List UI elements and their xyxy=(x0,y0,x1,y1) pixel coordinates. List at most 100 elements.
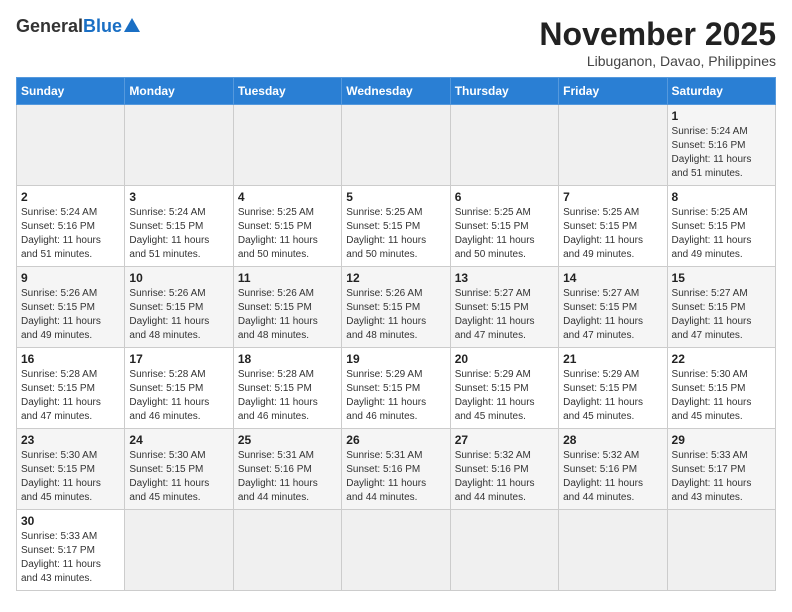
calendar-cell: 26Sunrise: 5:31 AM Sunset: 5:16 PM Dayli… xyxy=(342,429,450,510)
calendar-cell: 20Sunrise: 5:29 AM Sunset: 5:15 PM Dayli… xyxy=(450,348,558,429)
calendar-cell: 16 Sunrise: 5:28 AM Sunset: 5:15 PM Dayli… xyxy=(17,348,125,429)
logo-text: General Blue xyxy=(16,16,140,37)
day-info: Sunrise: 5:28 AM Sunset: 5:15 PM Dayligh… xyxy=(129,368,228,424)
calendar-week-row: 16 Sunrise: 5:28 AM Sunset: 5:15 PM Dayli… xyxy=(17,348,776,429)
day-info: Sunrise: 5:29 AM Sunset: 5:15 PM Dayligh… xyxy=(455,368,554,424)
day-info: Sunrise: 5:29 AM Sunset: 5:15 PM Dayligh… xyxy=(563,368,662,424)
day-number: 7 xyxy=(563,190,662,204)
calendar-cell: 5 Sunrise: 5:25 AM Sunset: 5:15 PM Daylig… xyxy=(342,186,450,267)
calendar-cell xyxy=(450,510,558,591)
day-number: 23 xyxy=(21,433,120,447)
day-number: 6 xyxy=(455,190,554,204)
day-info: Sunrise: 5:24 AM Sunset: 5:16 PM Dayligh… xyxy=(672,125,771,181)
weekday-header-monday: Monday xyxy=(125,78,233,105)
calendar-cell xyxy=(17,105,125,186)
calendar-cell: 1Sunrise: 5:24 AM Sunset: 5:16 PM Daylig… xyxy=(667,105,775,186)
calendar-cell xyxy=(233,510,341,591)
calendar-cell: 22 Sunrise: 5:30 AM Sunset: 5:15 PM Dayli… xyxy=(667,348,775,429)
location-subtitle: Libuganon, Davao, Philippines xyxy=(539,53,776,69)
calendar-cell: 7 Sunrise: 5:25 AM Sunset: 5:15 PM Daylig… xyxy=(559,186,667,267)
weekday-header-sunday: Sunday xyxy=(17,78,125,105)
day-info: Sunrise: 5:25 AM Sunset: 5:15 PM Dayligh… xyxy=(346,206,445,262)
day-number: 25 xyxy=(238,433,337,447)
day-info: Sunrise: 5:33 AM Sunset: 5:17 PM Dayligh… xyxy=(21,530,120,586)
day-info: Sunrise: 5:30 AM Sunset: 5:15 PM Dayligh… xyxy=(21,449,120,505)
weekday-header-tuesday: Tuesday xyxy=(233,78,341,105)
weekday-header-wednesday: Wednesday xyxy=(342,78,450,105)
day-number: 2 xyxy=(21,190,120,204)
logo-triangle-icon xyxy=(124,18,140,32)
weekday-header-saturday: Saturday xyxy=(667,78,775,105)
calendar-cell: 8 Sunrise: 5:25 AM Sunset: 5:15 PM Daylig… xyxy=(667,186,775,267)
day-info: Sunrise: 5:32 AM Sunset: 5:16 PM Dayligh… xyxy=(455,449,554,505)
day-number: 14 xyxy=(563,271,662,285)
calendar-cell xyxy=(233,105,341,186)
day-info: Sunrise: 5:24 AM Sunset: 5:16 PM Dayligh… xyxy=(21,206,120,262)
day-info: Sunrise: 5:31 AM Sunset: 5:16 PM Dayligh… xyxy=(346,449,445,505)
weekday-header-thursday: Thursday xyxy=(450,78,558,105)
calendar-cell: 4Sunrise: 5:25 AM Sunset: 5:15 PM Daylig… xyxy=(233,186,341,267)
day-number: 21 xyxy=(563,352,662,366)
calendar-cell: 12Sunrise: 5:26 AM Sunset: 5:15 PM Dayli… xyxy=(342,267,450,348)
calendar-cell: 19 Sunrise: 5:29 AM Sunset: 5:15 PM Dayli… xyxy=(342,348,450,429)
calendar-cell: 2 Sunrise: 5:24 AM Sunset: 5:16 PM Daylig… xyxy=(17,186,125,267)
calendar-cell: 9Sunrise: 5:26 AM Sunset: 5:15 PM Daylig… xyxy=(17,267,125,348)
calendar-cell xyxy=(559,105,667,186)
calendar-cell: 15 Sunrise: 5:27 AM Sunset: 5:15 PM Dayli… xyxy=(667,267,775,348)
day-number: 11 xyxy=(238,271,337,285)
day-info: Sunrise: 5:28 AM Sunset: 5:15 PM Dayligh… xyxy=(21,368,120,424)
day-number: 17 xyxy=(129,352,228,366)
header: General Blue November 2025 Libuganon, Da… xyxy=(16,16,776,69)
day-number: 5 xyxy=(346,190,445,204)
calendar-cell: 6 Sunrise: 5:25 AM Sunset: 5:15 PM Daylig… xyxy=(450,186,558,267)
day-number: 22 xyxy=(672,352,771,366)
day-info: Sunrise: 5:30 AM Sunset: 5:15 PM Dayligh… xyxy=(129,449,228,505)
calendar-cell: 23 Sunrise: 5:30 AM Sunset: 5:15 PM Dayli… xyxy=(17,429,125,510)
logo: General Blue xyxy=(16,16,140,37)
calendar-cell: 24 Sunrise: 5:30 AM Sunset: 5:15 PM Dayli… xyxy=(125,429,233,510)
day-info: Sunrise: 5:25 AM Sunset: 5:15 PM Dayligh… xyxy=(672,206,771,262)
day-number: 27 xyxy=(455,433,554,447)
day-number: 15 xyxy=(672,271,771,285)
calendar-cell: 30 Sunrise: 5:33 AM Sunset: 5:17 PM Dayli… xyxy=(17,510,125,591)
day-number: 12 xyxy=(346,271,445,285)
calendar-cell: 27 Sunrise: 5:32 AM Sunset: 5:16 PM Dayli… xyxy=(450,429,558,510)
day-number: 8 xyxy=(672,190,771,204)
title-section: November 2025 Libuganon, Davao, Philippi… xyxy=(539,16,776,69)
calendar-cell xyxy=(342,510,450,591)
day-info: Sunrise: 5:26 AM Sunset: 5:15 PM Dayligh… xyxy=(21,287,120,343)
calendar-cell: 3Sunrise: 5:24 AM Sunset: 5:15 PM Daylig… xyxy=(125,186,233,267)
calendar-week-row: 9Sunrise: 5:26 AM Sunset: 5:15 PM Daylig… xyxy=(17,267,776,348)
day-info: Sunrise: 5:25 AM Sunset: 5:15 PM Dayligh… xyxy=(455,206,554,262)
logo-blue: Blue xyxy=(83,16,122,37)
day-number: 4 xyxy=(238,190,337,204)
calendar-header: SundayMondayTuesdayWednesdayThursdayFrid… xyxy=(17,78,776,105)
calendar-week-row: 23 Sunrise: 5:30 AM Sunset: 5:15 PM Dayli… xyxy=(17,429,776,510)
day-info: Sunrise: 5:27 AM Sunset: 5:15 PM Dayligh… xyxy=(563,287,662,343)
day-info: Sunrise: 5:24 AM Sunset: 5:15 PM Dayligh… xyxy=(129,206,228,262)
day-number: 10 xyxy=(129,271,228,285)
day-info: Sunrise: 5:29 AM Sunset: 5:15 PM Dayligh… xyxy=(346,368,445,424)
calendar-week-row: 30 Sunrise: 5:33 AM Sunset: 5:17 PM Dayli… xyxy=(17,510,776,591)
day-number: 19 xyxy=(346,352,445,366)
day-number: 24 xyxy=(129,433,228,447)
calendar-table: SundayMondayTuesdayWednesdayThursdayFrid… xyxy=(16,77,776,591)
day-info: Sunrise: 5:30 AM Sunset: 5:15 PM Dayligh… xyxy=(672,368,771,424)
calendar-cell: 14 Sunrise: 5:27 AM Sunset: 5:15 PM Dayli… xyxy=(559,267,667,348)
day-number: 30 xyxy=(21,514,120,528)
day-info: Sunrise: 5:26 AM Sunset: 5:15 PM Dayligh… xyxy=(238,287,337,343)
calendar-cell: 29Sunrise: 5:33 AM Sunset: 5:17 PM Dayli… xyxy=(667,429,775,510)
day-info: Sunrise: 5:25 AM Sunset: 5:15 PM Dayligh… xyxy=(563,206,662,262)
calendar-cell xyxy=(559,510,667,591)
day-info: Sunrise: 5:27 AM Sunset: 5:15 PM Dayligh… xyxy=(672,287,771,343)
day-info: Sunrise: 5:31 AM Sunset: 5:16 PM Dayligh… xyxy=(238,449,337,505)
calendar-week-row: 1Sunrise: 5:24 AM Sunset: 5:16 PM Daylig… xyxy=(17,105,776,186)
day-number: 13 xyxy=(455,271,554,285)
calendar-cell: 21 Sunrise: 5:29 AM Sunset: 5:15 PM Dayli… xyxy=(559,348,667,429)
day-number: 28 xyxy=(563,433,662,447)
day-info: Sunrise: 5:32 AM Sunset: 5:16 PM Dayligh… xyxy=(563,449,662,505)
logo-general: General xyxy=(16,16,83,37)
day-number: 29 xyxy=(672,433,771,447)
day-number: 16 xyxy=(21,352,120,366)
calendar-cell: 11 Sunrise: 5:26 AM Sunset: 5:15 PM Dayli… xyxy=(233,267,341,348)
